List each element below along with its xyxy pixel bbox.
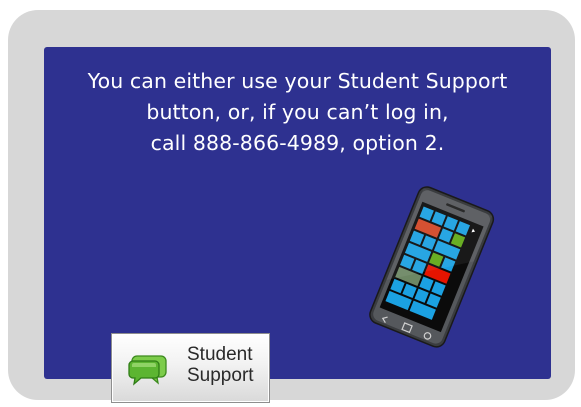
student-support-label: Student Support [187,344,267,386]
student-support-button[interactable]: Student Support [111,333,270,403]
support-label-line-1: Student [187,344,253,365]
support-label-line-2: Support [187,365,254,386]
chat-bubbles-icon [128,355,167,386]
smartphone-image [369,186,495,348]
